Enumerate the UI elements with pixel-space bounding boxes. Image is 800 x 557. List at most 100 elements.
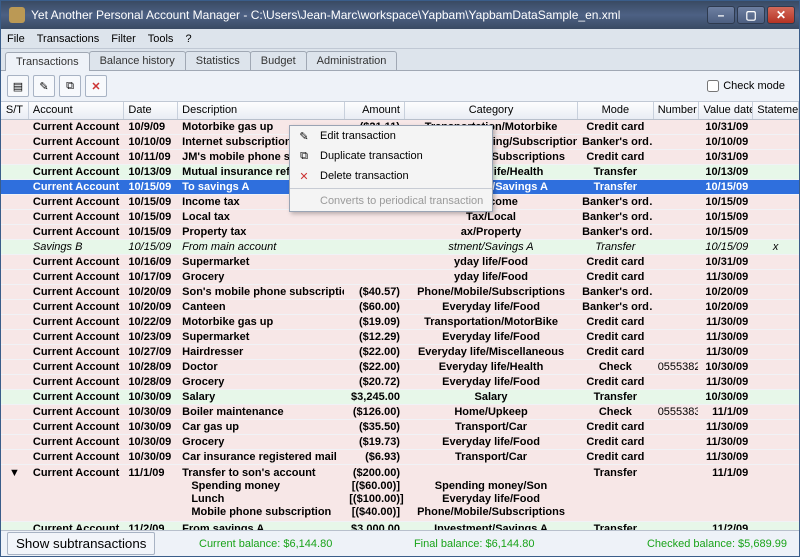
col-header-st[interactable]: S/T [1,102,29,119]
table-row[interactable]: Current Account10/23/09Supermarket($12.2… [1,330,799,345]
cell [654,270,700,284]
tab-statistics[interactable]: Statistics [185,51,251,70]
cell [753,405,799,419]
cell: 10/30/09 [124,405,178,419]
cell [1,405,29,419]
table-row[interactable]: ▼Current Account11/1/09Transfer to son's… [1,465,799,522]
table-row[interactable]: Current Account11/2/09From savings A$3,0… [1,522,799,530]
table-row[interactable]: Current Account10/30/09Car gas up($35.50… [1,420,799,435]
tab-transactions[interactable]: Transactions [5,52,90,71]
cell: Property tax [178,225,345,239]
col-header-mode[interactable]: Mode [578,102,654,119]
col-header-valuedate[interactable]: Value date [699,102,753,119]
cell: Doctor [178,360,345,374]
cell [753,210,799,224]
table-row[interactable]: Current Account10/27/09Hairdresser($22.0… [1,345,799,360]
cell [1,165,29,179]
cell [345,255,405,269]
cell: Current Account [29,300,125,314]
cell: ($22.00) [345,360,405,374]
cell: Credit card [578,375,654,389]
table-row[interactable]: Savings B10/15/09From main accountstment… [1,240,799,255]
cell: Car insurance registered mail [178,450,345,464]
table-row[interactable]: Current Account10/30/09Car insurance reg… [1,450,799,465]
cell: 10/16/09 [124,255,178,269]
col-header-amount[interactable]: Amount [345,102,405,119]
cell: Transfer to son's account Spending money… [178,465,345,521]
maximize-button[interactable]: ▢ [737,6,765,24]
cell [753,390,799,404]
cell [753,465,799,521]
cell: Credit card [578,315,654,329]
cell [654,420,700,434]
col-header-date[interactable]: Date [124,102,178,119]
cell: Banker's ord… [578,285,654,299]
context-delete[interactable]: ✕ Delete transaction [290,166,492,186]
cell: ($6.93) [345,450,405,464]
cell: Current Account [29,315,125,329]
grid-body[interactable]: ✎ Edit transaction ⧉ Duplicate transacti… [1,120,799,530]
table-row[interactable]: Current Account10/28/09Grocery($20.72)Ev… [1,375,799,390]
cell [1,315,29,329]
table-row[interactable]: Current Account10/15/09Property taxax/Pr… [1,225,799,240]
cell: 10/13/09 [124,165,178,179]
cell: Supermarket [178,255,345,269]
new-transaction-button[interactable]: ▤ [7,75,29,97]
table-row[interactable]: Current Account10/16/09Supermarketyday l… [1,255,799,270]
menu-tools[interactable]: Tools [148,33,174,45]
cell: 10/15/09 [699,195,753,209]
edit-transaction-button[interactable]: ✎ [33,75,55,97]
tab-budget[interactable]: Budget [250,51,307,70]
cell: 10/20/09 [699,300,753,314]
col-header-statement[interactable]: Statement [753,102,799,119]
context-edit[interactable]: ✎ Edit transaction [290,126,492,146]
cell: Spending money/Son Everyday life/Food Ph… [405,465,578,521]
minimize-button[interactable]: – [707,6,735,24]
cell: 0555383 [654,405,700,419]
table-row[interactable]: Current Account10/15/09Local taxTax/Loca… [1,210,799,225]
menu-file[interactable]: File [7,33,25,45]
cell: 10/28/09 [124,375,178,389]
check-mode-checkbox[interactable] [707,80,719,92]
cell: Current Account [29,465,125,521]
cell: 11/1/09 [699,465,753,521]
delete-transaction-button[interactable]: ✕ [85,75,107,97]
cell: Current Account [29,435,125,449]
table-row[interactable]: Current Account10/30/09Grocery($19.73)Ev… [1,435,799,450]
tab-balance-history[interactable]: Balance history [89,51,186,70]
cell: Transfer [578,165,654,179]
cell: 10/28/09 [124,360,178,374]
col-header-account[interactable]: Account [29,102,125,119]
menu-help[interactable]: ? [185,33,191,45]
tab-administration[interactable]: Administration [306,51,398,70]
show-subtransactions-button[interactable]: Show subtransactions [7,532,155,555]
table-row[interactable]: Current Account10/17/09Groceryyday life/… [1,270,799,285]
cell: From savings A [178,522,345,530]
x-icon: ✕ [296,168,312,184]
col-header-number[interactable]: Number [654,102,700,119]
cell: Tax/Local [405,210,578,224]
table-row[interactable]: Current Account10/20/09Canteen($60.00)Ev… [1,300,799,315]
duplicate-transaction-button[interactable]: ⧉ [59,75,81,97]
title-bar: Yet Another Personal Account Manager - C… [1,1,799,29]
context-duplicate[interactable]: ⧉ Duplicate transaction [290,146,492,166]
menu-transactions[interactable]: Transactions [37,33,100,45]
table-row[interactable]: Current Account10/28/09Doctor($22.00)Eve… [1,360,799,375]
cell: 10/10/09 [699,135,753,149]
col-header-category[interactable]: Category [405,102,578,119]
table-row[interactable]: Current Account10/30/09Boiler maintenanc… [1,405,799,420]
close-button[interactable]: ✕ [767,6,795,24]
table-row[interactable]: Current Account10/22/09Motorbike gas up(… [1,315,799,330]
col-header-description[interactable]: Description [178,102,345,119]
cell: 11/30/09 [699,315,753,329]
cell: Current Account [29,195,125,209]
check-mode-toggle[interactable]: Check mode [707,80,793,92]
cell [654,330,700,344]
cell: Current Account [29,330,125,344]
table-row[interactable]: Current Account10/30/09Salary$3,245.00Sa… [1,390,799,405]
cell [1,135,29,149]
menu-filter[interactable]: Filter [111,33,135,45]
cell [654,522,700,530]
table-row[interactable]: Current Account10/20/09Son's mobile phon… [1,285,799,300]
cell: Phone/Mobile/Subscriptions [405,285,578,299]
